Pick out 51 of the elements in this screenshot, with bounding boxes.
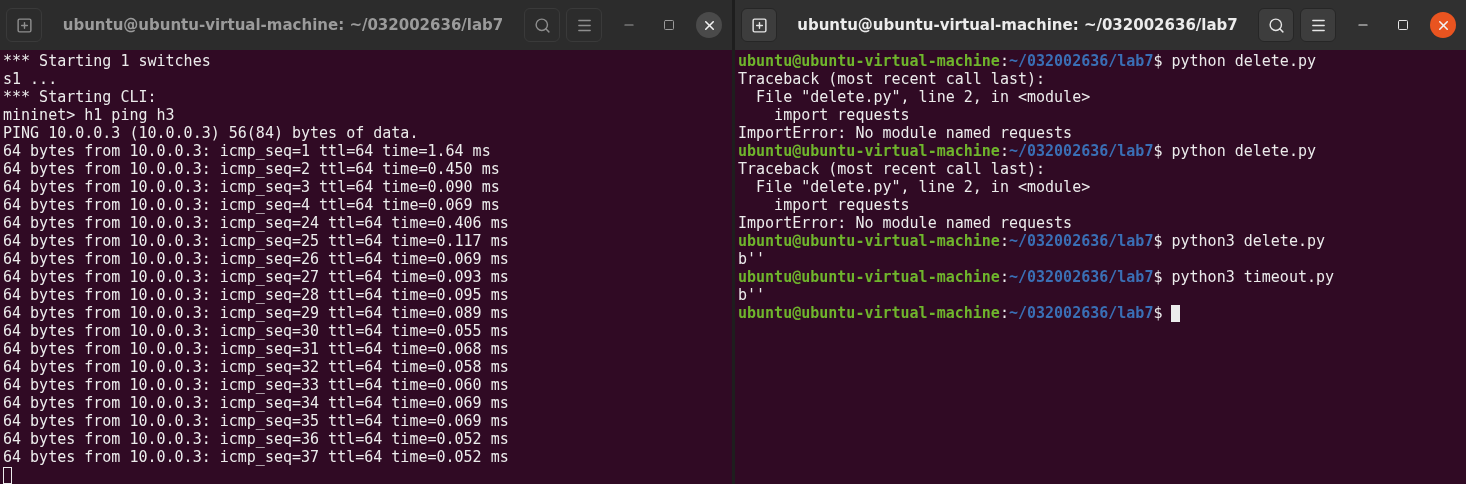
terminal-line: 64 bytes from 10.0.0.3: icmp_seq=34 ttl=64 time=0.069 ms xyxy=(3,394,510,412)
terminal-line: import requests xyxy=(773,196,911,214)
terminal-line: 64 bytes from 10.0.0.3: icmp_seq=31 ttl=64 time=0.068 ms xyxy=(3,340,510,358)
terminal-line: import requests xyxy=(773,106,911,124)
terminal-line: *** Starting CLI: xyxy=(3,88,158,106)
terminal-line: File "delete.py", line 2, in <module> xyxy=(755,88,1092,106)
terminal-line: Traceback (most recent call last): xyxy=(738,70,1047,88)
terminal-line: 64 bytes from 10.0.0.3: icmp_seq=37 ttl=64 time=0.052 ms xyxy=(3,448,510,466)
terminal-line: Traceback (most recent call last): xyxy=(738,160,1047,178)
terminal-line: 64 bytes from 10.0.0.3: icmp_seq=32 ttl=64 time=0.058 ms xyxy=(3,358,510,376)
terminal-line: File "delete.py", line 2, in <module> xyxy=(755,178,1092,196)
terminal-line: 64 bytes from 10.0.0.3: icmp_seq=26 ttl=64 time=0.069 ms xyxy=(3,250,510,268)
terminal-line: 64 bytes from 10.0.0.3: icmp_seq=3 ttl=64 time=0.090 ms xyxy=(3,178,501,196)
terminal-line: 64 bytes from 10.0.0.3: icmp_seq=24 ttl=64 time=0.406 ms xyxy=(3,214,510,232)
terminal-line: 64 bytes from 10.0.0.3: icmp_seq=29 ttl=64 time=0.089 ms xyxy=(3,304,510,322)
terminal-line: s1 ... xyxy=(3,70,59,88)
new-tab-button[interactable] xyxy=(741,8,777,42)
terminal-line: 64 bytes from 10.0.0.3: icmp_seq=35 ttl=64 time=0.069 ms xyxy=(3,412,510,430)
terminal-line: 64 bytes from 10.0.0.3: icmp_seq=28 ttl=64 time=0.095 ms xyxy=(3,286,510,304)
maximize-icon xyxy=(1397,19,1409,31)
plus-square-icon xyxy=(750,16,768,34)
terminal-line: b'' xyxy=(738,286,767,304)
terminal-line: PING 10.0.0.3 (10.0.0.3) 56(84) bytes of data. xyxy=(3,124,420,142)
terminal-line: 64 bytes from 10.0.0.3: icmp_seq=36 ttl=64 time=0.052 ms xyxy=(3,430,510,448)
terminal-line: ubuntu@ubuntu-virtual-machine:~/032002636/lab7$ python3 delete.py xyxy=(738,232,1327,250)
close-button[interactable] xyxy=(1430,12,1456,38)
terminal-line: 64 bytes from 10.0.0.3: icmp_seq=33 ttl=64 time=0.060 ms xyxy=(3,376,510,394)
terminal-line: ubuntu@ubuntu-virtual-machine:~/032002636/lab7$ python3 timeout.py xyxy=(738,268,1336,286)
terminal-line: ImportError: No module named requests xyxy=(738,214,1074,232)
menu-button[interactable] xyxy=(1300,8,1336,42)
search-icon xyxy=(1267,16,1285,34)
close-button[interactable] xyxy=(696,12,722,38)
terminal-line: 64 bytes from 10.0.0.3: icmp_seq=30 ttl=64 time=0.055 ms xyxy=(3,322,510,340)
terminal-line: 64 bytes from 10.0.0.3: icmp_seq=4 ttl=64 time=0.069 ms xyxy=(3,196,501,214)
maximize-icon xyxy=(663,19,675,31)
terminal-line: 64 bytes from 10.0.0.3: icmp_seq=27 ttl=64 time=0.093 ms xyxy=(3,268,510,286)
window-title: ubuntu@ubuntu-virtual-machine: ~/032002636/lab7 xyxy=(796,16,1239,34)
terminal-line: *** Starting 1 switches xyxy=(3,52,212,70)
window-title: ubuntu@ubuntu-virtual-machine: ~/032002636/lab7 xyxy=(61,16,505,34)
prompt-line: ubuntu@ubuntu-virtual-machine:~/032002636/lab7$ xyxy=(738,304,1463,322)
terminal-line: 64 bytes from 10.0.0.3: icmp_seq=2 ttl=64 time=0.450 ms xyxy=(3,160,501,178)
terminal-line: ubuntu@ubuntu-virtual-machine:~/032002636/lab7$ python delete.py xyxy=(738,142,1317,160)
terminal-line: 64 bytes from 10.0.0.3: icmp_seq=25 ttl=64 time=0.117 ms xyxy=(3,232,510,250)
plus-square-icon xyxy=(15,16,33,34)
terminal-line: ImportError: No module named requests xyxy=(738,124,1074,142)
terminal-line: b'' xyxy=(738,250,767,268)
terminal-line: mininet> h1 ping h3 xyxy=(3,106,176,124)
search-icon xyxy=(533,16,551,34)
search-button[interactable] xyxy=(1258,8,1294,42)
terminal-line: ubuntu@ubuntu-virtual-machine:~/032002636/lab7$ python delete.py xyxy=(738,52,1317,70)
terminal-line: 64 bytes from 10.0.0.3: icmp_seq=1 ttl=64 time=1.64 ms xyxy=(3,142,492,160)
